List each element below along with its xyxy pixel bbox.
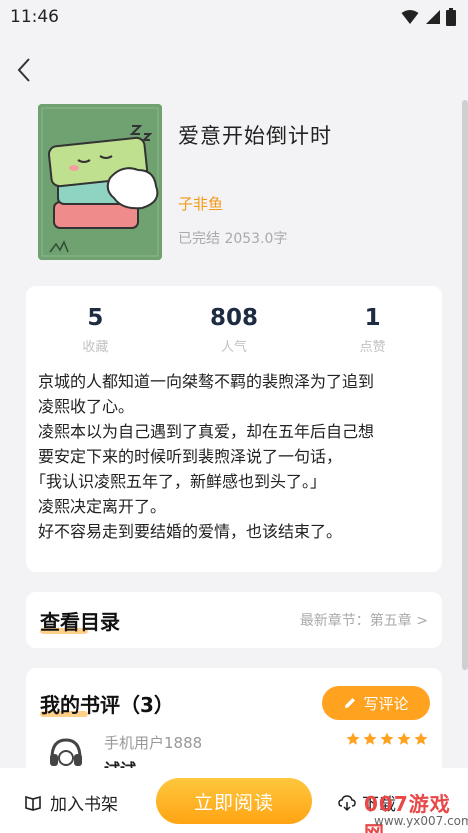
star-icon — [414, 732, 428, 745]
stat-popularity: 808 人气 — [165, 304, 304, 355]
catalog-title-text: 查看目录 — [40, 609, 120, 634]
synopsis-line: 凌熙决定离开了。 — [38, 497, 167, 516]
reviews-header: 我的书评（3） 写评论 — [26, 668, 442, 720]
synopsis-line: 「我认识凌熙五年了，新鲜感也到头了。」 — [30, 472, 327, 491]
back-button[interactable] — [12, 56, 36, 84]
download-cloud-icon — [338, 794, 356, 811]
watermark-url: www.yx007.com — [374, 814, 468, 828]
synopsis-line: 好不容易走到要结婚的爱情，也该结束了。 — [38, 522, 343, 541]
review-rating — [346, 732, 428, 746]
stat-label: 人气 — [221, 340, 248, 355]
wifi-icon — [401, 10, 419, 24]
pencil-icon — [345, 698, 356, 708]
signal-icon — [426, 10, 440, 24]
stat-likes: 1 点赞 — [303, 304, 442, 355]
synopsis-line: 要安定下来的时候听到裴煦泽说了一句话， — [38, 447, 343, 466]
review-username: 手机用户1888 — [104, 734, 203, 752]
book-header: 爱意开始倒计时 子非鱼 已完结 2053.0字 — [0, 96, 460, 276]
read-now-button[interactable]: 立即阅读 — [156, 778, 312, 824]
star-icon — [397, 732, 411, 745]
star-icon — [363, 732, 377, 745]
book-cover-illustration — [38, 104, 162, 260]
star-icon — [380, 732, 394, 745]
add-to-shelf-label: 加入书架 — [50, 795, 118, 815]
book-title: 爱意开始倒计时 — [178, 124, 332, 148]
reviews-title-text: 我的书评（3） — [40, 692, 174, 717]
synopsis-line: 凌熙本以为自己遇到了真爱，却在五年后自己想 — [38, 422, 375, 441]
book-author[interactable]: 子非鱼 — [178, 193, 223, 214]
write-review-button[interactable]: 写评论 — [322, 686, 430, 720]
stat-value: 5 — [87, 305, 104, 331]
reviews-title: 我的书评（3） — [40, 689, 174, 718]
bookshelf-icon — [25, 795, 41, 811]
status-time: 11:46 — [10, 7, 59, 27]
write-review-label: 写评论 — [363, 694, 409, 713]
stat-value: 1 — [364, 305, 381, 331]
status-icons — [401, 8, 456, 26]
status-bar: 11:46 — [0, 0, 468, 34]
synopsis-line: 京城的人都知道一向桀骜不羁的裴煦泽为了追到 — [38, 372, 375, 391]
book-status: 已完结 2053.0字 — [178, 231, 288, 247]
catalog-title: 查看目录 — [40, 606, 120, 635]
scrollbar[interactable] — [462, 100, 468, 670]
synopsis: 京城的人都知道一向桀骜不羁的裴煦泽为了追到 凌熙收了心。 凌熙本以为自己遇到了真… — [26, 355, 442, 544]
stat-label: 收藏 — [82, 340, 109, 355]
battery-icon — [446, 8, 456, 26]
book-info-card: 5 收藏 808 人气 1 点赞 京城的人都知道一向桀骜不羁的裴煦泽为了追到 凌… — [26, 286, 442, 572]
stat-label: 点赞 — [359, 340, 386, 355]
catalog-latest-chapter[interactable]: 最新章节：第五章 > — [300, 610, 428, 630]
stats-row: 5 收藏 808 人气 1 点赞 — [26, 286, 442, 355]
catalog-card[interactable]: 查看目录 最新章节：第五章 > — [26, 592, 442, 648]
stat-value: 808 — [210, 305, 259, 331]
star-icon — [346, 732, 360, 745]
add-to-shelf-button[interactable]: 加入书架 — [24, 790, 118, 815]
site-watermark: 007游戏网 www.yx007.com — [360, 784, 468, 833]
book-cover[interactable] — [38, 104, 162, 260]
stat-favorites: 5 收藏 — [26, 304, 165, 355]
headphones-avatar-icon — [50, 738, 82, 766]
synopsis-line: 凌熙收了心。 — [38, 397, 135, 416]
chevron-left-icon — [17, 58, 30, 82]
